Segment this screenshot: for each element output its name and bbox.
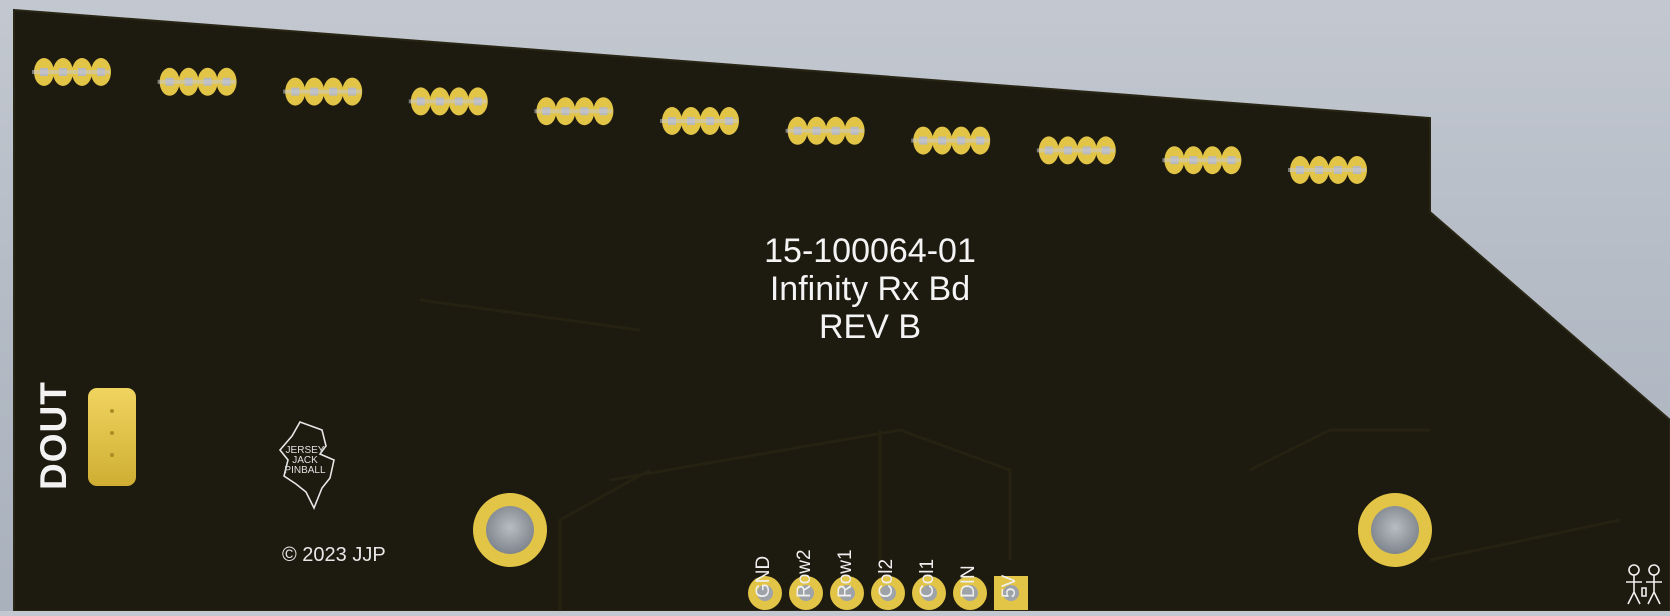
part-number: 15-100064-01 — [764, 232, 976, 270]
pcb-render-view: 15-100064-01 Infinity Rx Bd REV B DOUT J… — [0, 0, 1670, 612]
board-title-block: 15-100064-01 Infinity Rx Bd REV B — [700, 232, 1040, 346]
mounting-hole-icon — [473, 493, 547, 567]
pin-label-col2: Col2 — [876, 558, 897, 598]
jersey-jack-pinball-logo: JERSEY JACK PINBALL — [270, 420, 350, 510]
people-icon — [1626, 564, 1662, 605]
dout-connector-pad — [88, 388, 136, 486]
board-revision: REV B — [818, 308, 922, 346]
copyright-text: © 2023 JJP — [282, 544, 386, 566]
pin-label-gnd: GND — [753, 555, 774, 598]
mounting-hole-icon — [1358, 493, 1432, 567]
board-name: Infinity Rx Bd — [769, 270, 971, 308]
pin-label-col1: Col1 — [917, 558, 938, 598]
dout-label: DOUT — [33, 381, 74, 490]
pin-label-5v: 5V — [999, 574, 1020, 598]
logo-line-3: PINBALL — [284, 465, 326, 476]
pin-label-row2: Row2 — [794, 549, 815, 598]
pin-label-row1: Row1 — [835, 549, 856, 598]
pin-label-din: DIN — [958, 565, 979, 598]
